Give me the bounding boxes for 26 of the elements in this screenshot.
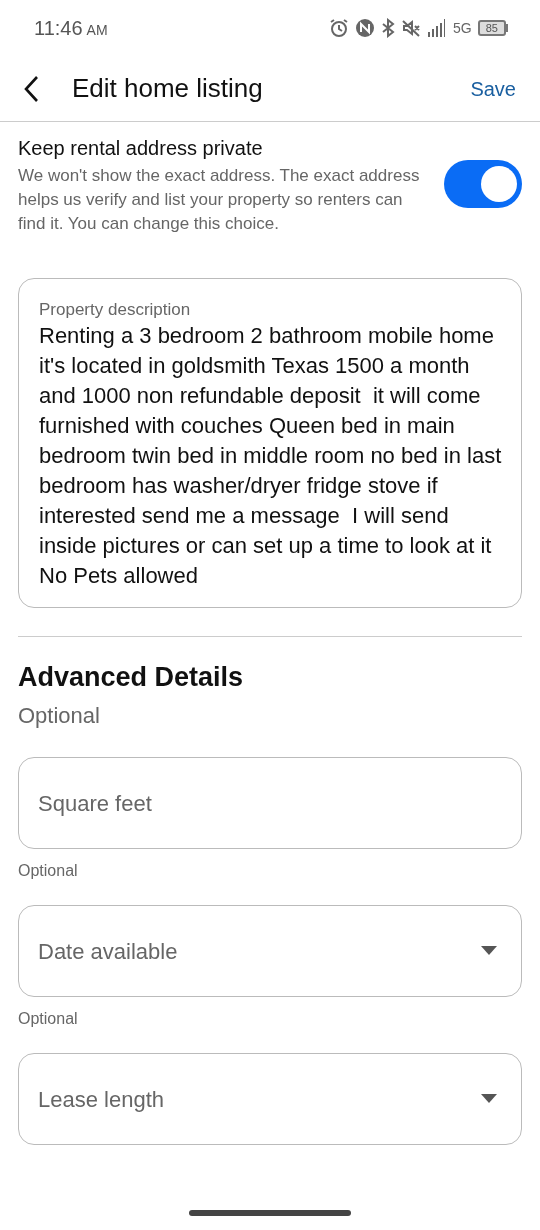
bluetooth-icon (381, 18, 396, 38)
toggle-switch[interactable] (444, 160, 522, 208)
section-subtitle: Optional (18, 702, 101, 730)
nfc-icon (355, 18, 376, 38)
helper-text: Optional (18, 1009, 79, 1029)
save-button[interactable]: Save (470, 73, 516, 104)
battery-indicator: 85 (477, 20, 508, 36)
field-value: Renting a 3 bedroom 2 bathroom mobile home it's located in goldsmith Texas 1500 a month and 1000 non refundable deposit it will come furnished with couches Queen bed in main bedroom twin bed in middle room no bed in last bedroom has washer/dryer fridge stove if interested send me a message I will send inside pictures or can set up a time to look at it No Pets allowed (39, 322, 503, 590)
field-label: Property description (39, 299, 192, 321)
dropdown-field[interactable]: Date available (18, 905, 522, 997)
dropdown-field[interactable]: Lease length (18, 1053, 522, 1145)
description-field[interactable] (18, 278, 522, 608)
dropdown-caret-icon (481, 946, 497, 956)
helper-text: Optional (18, 861, 79, 881)
dropdown-caret-icon (481, 1094, 497, 1104)
mute-icon (401, 18, 422, 38)
status-ampm: AM (86, 21, 108, 40)
status-time: 11:46 (34, 16, 83, 41)
alarm-icon (329, 18, 350, 38)
privacy-description: We won't show the exact address. The exact address helps us verify and list your property so renters can find it. You can change this choice. (18, 165, 421, 235)
signal-icon (427, 18, 448, 38)
privacy-title: Keep rental address private (18, 136, 264, 161)
network-label: 5G (453, 18, 472, 38)
section-title: Advanced Details (18, 661, 245, 694)
page-title: Edit home listing (72, 72, 264, 105)
input-field[interactable]: Square feet (18, 757, 522, 849)
